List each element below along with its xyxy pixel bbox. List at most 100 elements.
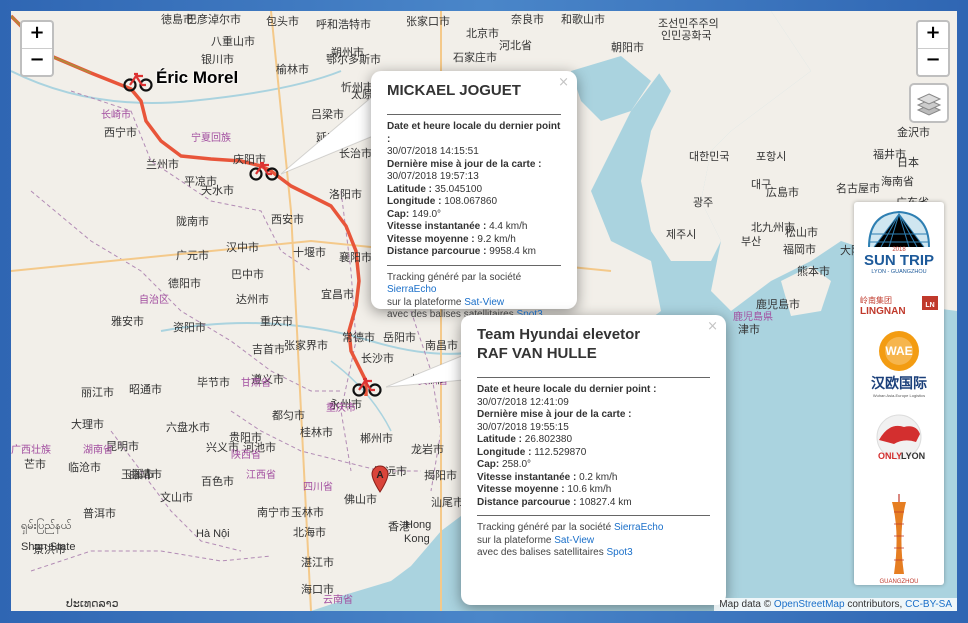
place-label: 芒市 <box>24 459 46 471</box>
suntrip-logo[interactable]: 2018 SUN TRIP LYON - GUANGZHOU <box>864 210 934 275</box>
bicycle-marker-icon[interactable] <box>352 375 382 397</box>
place-label: 南宁市 <box>257 507 290 519</box>
place-label: 日本 <box>897 157 919 169</box>
place-label: 徳島市 <box>161 14 194 26</box>
place-label: 津市 <box>738 324 760 336</box>
sponsor-panel: 2018 SUN TRIP LYON - GUANGZHOU 岭南集团 LING… <box>854 202 944 585</box>
place-label: 海南省 <box>881 176 914 188</box>
svg-text:Wuhan Asia-Europe Logistics: Wuhan Asia-Europe Logistics <box>873 393 925 398</box>
place-label: 广西壮族 <box>11 445 51 456</box>
place-label: 和歌山市 <box>561 14 605 26</box>
popup-title: MICKAEL JOGUET <box>387 82 521 99</box>
place-label: 广元市 <box>176 250 209 262</box>
place-label: 吉首市 <box>252 344 285 356</box>
place-label: 宁夏回族 <box>191 133 231 144</box>
place-label: 玉溪市 <box>121 469 154 481</box>
license-link[interactable]: CC-BY-SA <box>905 599 952 610</box>
bicycle-marker-icon[interactable] <box>123 70 153 92</box>
platform-link[interactable]: Sat-View <box>554 535 594 546</box>
place-label: 포항시 <box>756 151 787 163</box>
guangzhou-tower-logo[interactable]: GUANGZHOU <box>880 494 919 585</box>
zoom-out-button[interactable]: − <box>22 49 52 75</box>
place-label: 인민공화국 <box>661 30 712 42</box>
place-label: ປະເທດລາວ <box>66 598 119 610</box>
place-label: 陇南市 <box>176 216 209 228</box>
place-label: 银川市 <box>201 54 234 66</box>
zoom-control-left: + − <box>20 20 54 77</box>
place-label: 都匀市 <box>272 410 305 422</box>
place-label: 榆林市 <box>276 64 309 76</box>
place-label: 西宁市 <box>104 127 137 139</box>
place-label: 北京市 <box>466 28 499 40</box>
place-label: 汉中市 <box>226 242 259 254</box>
place-label: 北海市 <box>293 527 326 539</box>
place-label: 昭通市 <box>129 384 162 396</box>
place-label: 六盘水市 <box>166 422 210 434</box>
onlylyon-logo[interactable]: ONLY LYON <box>876 414 925 461</box>
popup-title: Team Hyundai elevetor RAF VAN HULLE <box>477 326 641 362</box>
popup-tip <box>281 96 374 175</box>
place-label: 甘肃省 <box>241 378 271 389</box>
place-label: 제주시 <box>666 229 697 241</box>
place-label: 文山市 <box>160 492 193 504</box>
place-label: 熊本市 <box>797 266 830 278</box>
place-label: 大理市 <box>71 419 104 431</box>
svg-text:LYON - GUANGZHOU: LYON - GUANGZHOU <box>871 269 926 275</box>
place-label: 朔州市 <box>331 47 364 59</box>
place-label: 玉林市 <box>291 507 324 519</box>
company-link[interactable]: SierraEcho <box>614 522 663 533</box>
place-label: 云南省 <box>323 595 353 606</box>
place-label: 부산 <box>741 236 762 248</box>
place-label: 佛山市 <box>344 494 377 506</box>
place-label: 长崎市 <box>101 110 131 121</box>
osm-link[interactable]: OpenStreetMap <box>774 599 845 610</box>
page-frame: 巴彦淖尔市 包头市 呼和浩特市 张家口市 北京市 朝阳市 조선민주주의 인민공화국 河北省 石家庄… <box>0 0 968 623</box>
pin-letter: A <box>376 470 383 481</box>
close-icon[interactable]: × <box>707 319 718 334</box>
layers-icon <box>916 93 942 116</box>
place-label: 湛江市 <box>301 557 334 569</box>
place-label: 汕尾市 <box>431 497 464 509</box>
map-canvas[interactable]: 巴彦淖尔市 包头市 呼和浩特市 张家口市 北京市 朝阳市 조선민주주의 인민공화국 河北省 石家庄… <box>11 11 957 611</box>
map-attribution: Map data © OpenStreetMap contributors, C… <box>714 598 957 611</box>
place-label: 巴彦淖尔市 <box>186 14 241 26</box>
place-label: 龙岩市 <box>411 444 444 456</box>
close-icon[interactable]: × <box>558 75 569 90</box>
place-label: 北九州市 <box>751 222 795 234</box>
place-label: 奈良市 <box>511 14 544 26</box>
svg-text:岭南集团: 岭南集团 <box>860 295 892 305</box>
place-label: 湖南省 <box>83 445 113 456</box>
place-label: 江西省 <box>246 470 276 481</box>
location-pin-icon[interactable]: A <box>371 465 389 493</box>
tracker-popup: × MICKAEL JOGUET Date et heure locale du… <box>371 71 577 320</box>
place-label: 郴州市 <box>360 433 393 445</box>
lingnan-logo[interactable]: 岭南集团 LINGNAN LN <box>860 295 938 317</box>
place-label: 襄阳市 <box>339 252 372 264</box>
place-label: 宜昌市 <box>321 289 354 301</box>
sponsor-logos: 2018 SUN TRIP LYON - GUANGZHOU 岭南集团 LING… <box>860 210 938 585</box>
place-label: 张家口市 <box>406 16 450 28</box>
place-label: 桂林市 <box>300 427 333 439</box>
layers-button[interactable] <box>909 83 949 123</box>
svg-text:GUANGZHOU: GUANGZHOU <box>880 579 919 585</box>
zoom-out-button[interactable]: − <box>918 49 948 75</box>
place-label: 丽江市 <box>81 387 114 399</box>
place-label: ရှမ်းပြည်နယ် <box>21 520 72 532</box>
place-label: 대한민국 <box>689 151 730 163</box>
place-label: 自治区 <box>139 295 169 306</box>
place-label: 重庆市 <box>260 316 293 328</box>
place-label: 岳阳市 <box>383 332 416 344</box>
bicycle-marker-icon[interactable] <box>249 159 279 181</box>
place-label: 普洱市 <box>83 508 116 520</box>
tracker-popup: × Team Hyundai elevetor RAF VAN HULLE Dat… <box>461 315 726 605</box>
wae-logo[interactable]: WAE 汉欧国际 Wuhan Asia-Europe Logistics <box>871 331 927 398</box>
zoom-in-button[interactable]: + <box>918 22 948 49</box>
zoom-in-button[interactable]: + <box>22 22 52 49</box>
place-label: 张家界市 <box>284 340 328 352</box>
platform-link[interactable]: Sat-View <box>464 297 504 308</box>
beacon-link[interactable]: Spot3 <box>607 547 633 558</box>
place-label: 八重山市 <box>211 36 255 48</box>
company-link[interactable]: SierraEcho <box>387 284 436 295</box>
place-label: 河北省 <box>499 40 532 52</box>
svg-text:LYON: LYON <box>901 451 925 461</box>
